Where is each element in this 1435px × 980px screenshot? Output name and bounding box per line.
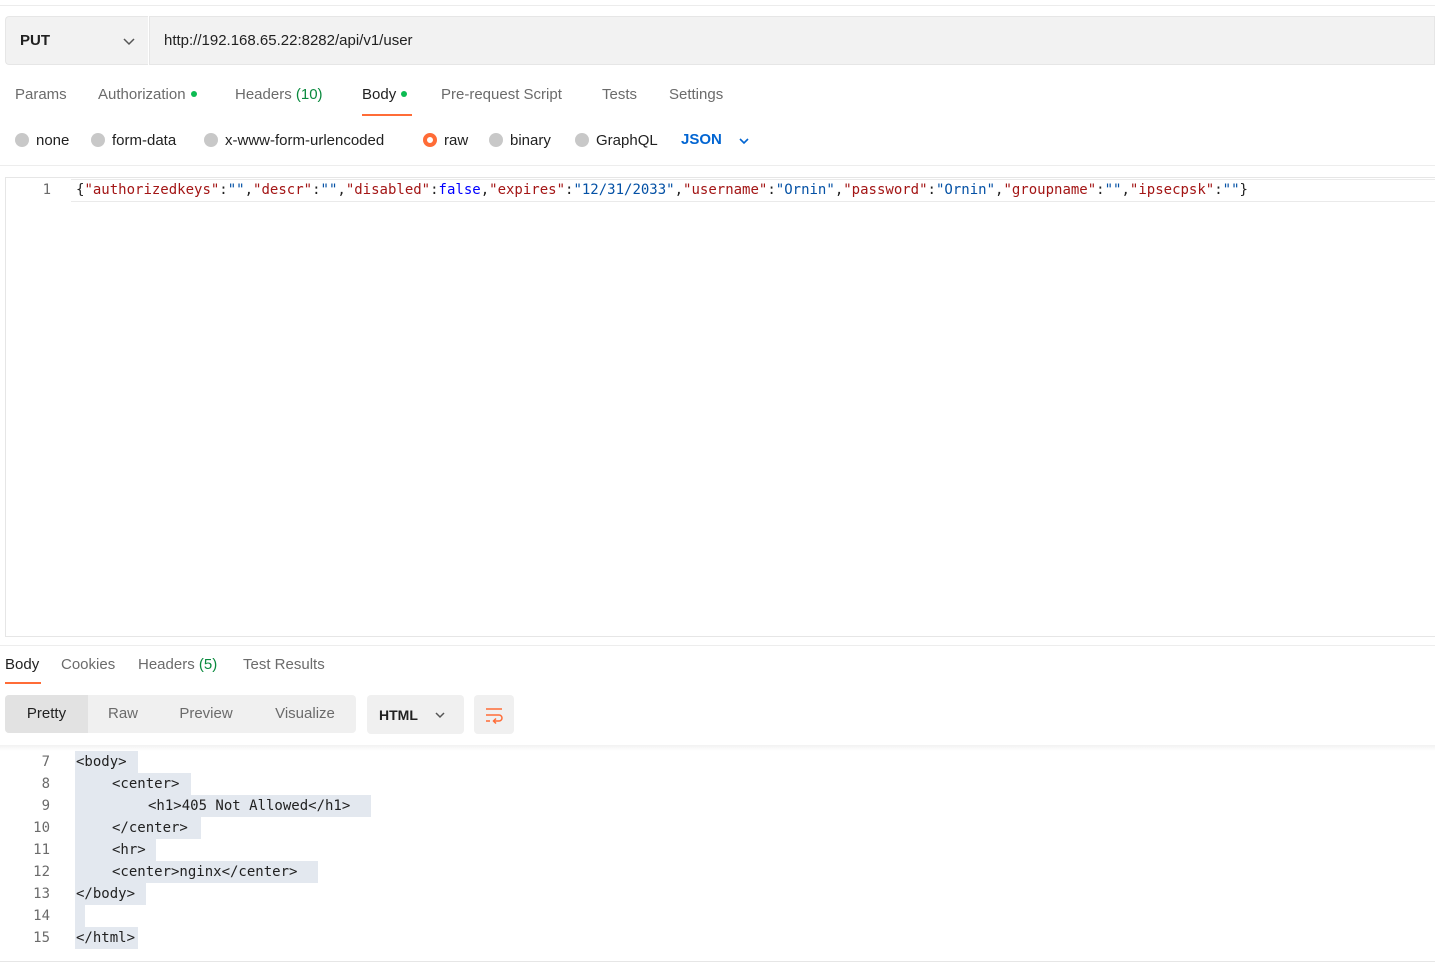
line-number: 7 — [41, 754, 50, 770]
tab-params-label: Params — [15, 86, 67, 103]
chevron-down-icon — [435, 712, 445, 719]
radio-urlencoded-label: x-www-form-urlencoded — [225, 132, 385, 149]
line-number: 14 — [33, 908, 50, 924]
value-username: Ornin — [784, 182, 827, 198]
tab-settings-label: Settings — [669, 86, 724, 103]
divider — [0, 645, 1435, 646]
line-text: <body> — [76, 754, 127, 770]
response-headers-count: (5) — [198, 656, 218, 673]
active-response-tab-indicator — [5, 682, 41, 684]
status-dot — [401, 91, 408, 97]
status-dot — [190, 91, 197, 97]
url-input[interactable]: http://192.168.65.22:8282/api/v1/user — [149, 16, 1435, 65]
code-line: 13 </body> — [0, 883, 1435, 905]
line-number: 15 — [33, 930, 50, 946]
code-line: 15 </html> — [0, 927, 1435, 949]
active-tab-indicator — [362, 114, 412, 116]
method-selector[interactable]: PUT — [5, 16, 148, 65]
line-number: 13 — [33, 886, 50, 902]
tab-params[interactable]: Params — [15, 86, 67, 103]
tab-headers[interactable]: Headers (10) — [235, 86, 323, 103]
format-label: HTML — [379, 707, 418, 723]
response-tab-cookies[interactable]: Cookies — [61, 656, 115, 673]
radio-form-data-label: form-data — [112, 132, 177, 149]
radio-none-label: none — [36, 132, 70, 149]
radio-circle — [91, 133, 105, 147]
view-raw-button[interactable]: Raw — [88, 695, 158, 733]
tab-body-label: Body — [362, 86, 397, 103]
language-selector[interactable]: JSON — [681, 131, 722, 148]
request-bar: PUT http://192.168.65.22:8282/api/v1/use… — [5, 16, 1435, 65]
line-text: <center> — [112, 776, 180, 792]
line-number: 11 — [33, 842, 50, 858]
tab-authorization[interactable]: Authorization — [98, 86, 197, 103]
bottom-divider — [0, 961, 1435, 962]
radio-raw-label: raw — [444, 132, 469, 149]
top-divider — [0, 5, 1435, 6]
tab-tests-label: Tests — [602, 86, 638, 103]
tab-authorization-label: Authorization — [98, 86, 186, 103]
line-number: 10 — [33, 820, 50, 836]
view-visualize-button[interactable]: Visualize — [254, 695, 356, 733]
response-tab-headers-label: Headers — [138, 656, 195, 673]
line-number: 1 — [42, 182, 51, 198]
view-pretty-button[interactable]: Pretty — [5, 695, 88, 733]
view-mode-segmented-control: Pretty Raw Preview Visualize — [5, 695, 356, 733]
line-number: 12 — [33, 864, 50, 880]
response-tab-headers[interactable]: Headers (5) — [138, 656, 217, 673]
tab-tests[interactable]: Tests — [602, 86, 637, 103]
wrap-lines-button[interactable] — [474, 695, 514, 734]
line-text: </html> — [76, 930, 136, 946]
code-line: 8 <center> — [0, 773, 1435, 795]
line-number: 9 — [41, 798, 50, 814]
radio-circle — [575, 133, 589, 147]
tab-prerequest-label: Pre-request Script — [441, 86, 562, 103]
method-label: PUT — [20, 32, 50, 49]
response-body-viewer[interactable]: 7 <body> 8 <center> 9 <h1>405 Not Allowe… — [0, 751, 1435, 961]
code-line: 9 <h1>405 Not Allowed</h1> — [0, 795, 1435, 817]
value-password: Ornin — [944, 182, 987, 198]
line-number: 8 — [41, 776, 50, 792]
wrap-lines-icon — [486, 708, 503, 725]
radio-circle — [15, 133, 29, 147]
format-selector[interactable]: HTML — [367, 695, 464, 734]
headers-count: (10) — [295, 86, 323, 103]
tab-headers-label: Headers — [235, 86, 292, 103]
line-text: </center> — [112, 820, 188, 836]
radio-circle — [204, 133, 218, 147]
code-line: 10 </center> — [0, 817, 1435, 839]
chevron-down-icon — [123, 38, 135, 46]
request-body-editor[interactable]: 1 {"authorizedkeys":"","descr":"","disab… — [5, 177, 1435, 637]
line-text: <h1>405 Not Allowed</h1> — [148, 798, 351, 814]
tab-settings[interactable]: Settings — [669, 86, 723, 103]
tab-pre-request-script[interactable]: Pre-request Script — [441, 86, 562, 103]
line-text: </body> — [76, 886, 136, 902]
tab-body[interactable]: Body — [362, 86, 408, 103]
line-highlight — [75, 905, 85, 927]
code-line: 14 — [0, 905, 1435, 927]
divider — [0, 165, 1435, 166]
radio-circle-selected — [423, 133, 437, 147]
view-preview-button[interactable]: Preview — [158, 695, 254, 733]
code-line: 7 <body> — [0, 751, 1435, 773]
radio-graphql-label: GraphQL — [596, 132, 658, 149]
line-text: <hr> — [112, 842, 146, 858]
radio-circle — [489, 133, 503, 147]
response-tab-test-results[interactable]: Test Results — [243, 656, 325, 673]
value-expires: 12/31/2033 — [581, 182, 667, 198]
request-body-code: {"authorizedkeys":"","descr":"","disable… — [76, 182, 1248, 198]
response-tab-body[interactable]: Body — [5, 656, 39, 673]
code-line: 12 <center>nginx</center> — [0, 861, 1435, 883]
line-text: <center>nginx</center> — [112, 864, 298, 880]
chevron-down-icon[interactable] — [738, 135, 750, 147]
value-disabled: false — [438, 182, 481, 198]
code-line: 11 <hr> — [0, 839, 1435, 861]
radio-binary-label: binary — [510, 132, 551, 149]
url-text: http://192.168.65.22:8282/api/v1/user — [164, 32, 413, 49]
